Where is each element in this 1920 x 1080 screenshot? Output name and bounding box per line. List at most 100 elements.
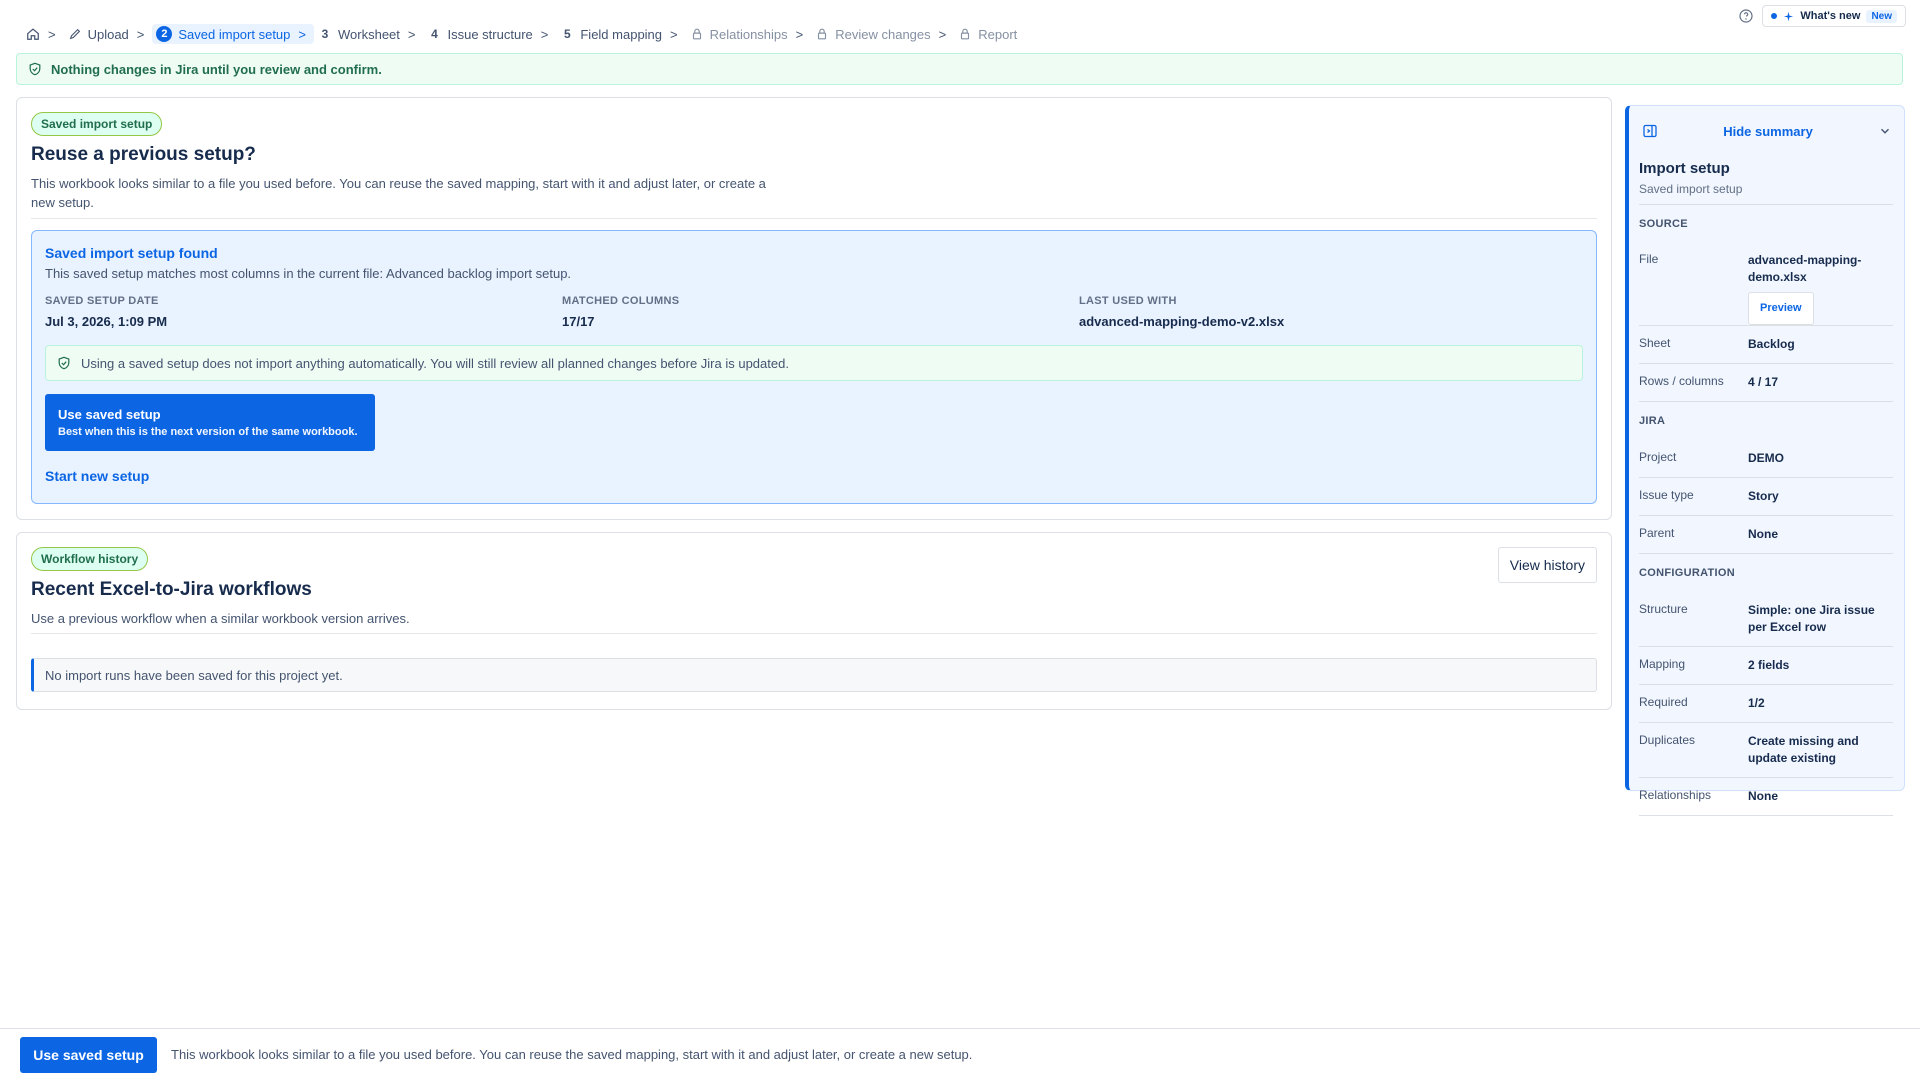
row-key: Duplicates xyxy=(1639,733,1696,747)
crumb-home[interactable]: > xyxy=(22,25,64,44)
meta-saved-date: SAVED SETUP DATE Jul 3, 2026, 1:09 PM xyxy=(45,295,167,329)
row-value: None xyxy=(1748,527,1778,541)
row-key: Issue type xyxy=(1639,488,1694,502)
footer-text: This workbook looks similar to a file yo… xyxy=(171,1047,973,1062)
empty-state-message: No import runs have been saved for this … xyxy=(31,658,1597,692)
crumb-issue-structure[interactable]: 4 Issue structure > xyxy=(424,25,557,44)
crumb-separator: > xyxy=(136,26,145,42)
divider xyxy=(31,218,1597,219)
crumb-worksheet[interactable]: 3 Worksheet > xyxy=(314,25,424,44)
button-title: Use saved setup xyxy=(58,407,161,422)
meta-value: advanced-mapping-demo-v2.xlsx xyxy=(1079,314,1285,329)
row-value: 2 fields xyxy=(1748,658,1790,672)
edit-icon xyxy=(69,28,80,40)
row-key: Project xyxy=(1639,450,1677,464)
lock-icon xyxy=(818,28,827,40)
button-subtitle: Best when this is the next version of th… xyxy=(58,426,358,438)
summary-row-sheet: Sheet Backlog xyxy=(1639,326,1893,364)
view-history-button[interactable]: View history xyxy=(1497,547,1597,583)
row-key: Relationships xyxy=(1639,788,1712,802)
row-value: 1/2 xyxy=(1748,696,1765,710)
summary-row-parent: Parent None xyxy=(1639,516,1893,554)
top-bar: > Upload > 2 Saved import setup > 3 Work… xyxy=(0,0,1920,52)
crumb-saved-import-setup[interactable]: 2 Saved import setup > xyxy=(152,24,314,44)
safety-banner: Nothing changes in Jira until you review… xyxy=(16,53,1903,85)
crumb-separator: > xyxy=(407,26,416,42)
help-icon[interactable] xyxy=(1738,8,1754,24)
section-jira: JIRA xyxy=(1639,415,1666,427)
use-saved-setup-button[interactable]: Use saved setup Best when this is the ne… xyxy=(45,394,375,451)
row-value: Simple: one Jira issue per Excel row xyxy=(1748,603,1875,634)
found-title: Saved import setup found xyxy=(45,245,218,261)
start-new-setup-link[interactable]: Start new setup xyxy=(45,468,149,484)
row-key: Mapping xyxy=(1639,657,1686,671)
import-summary-panel: Hide summary Import setup Saved import s… xyxy=(1625,105,1905,816)
summary-row-issue-type: Issue type Story xyxy=(1639,478,1893,516)
whats-new-button[interactable]: What's new New xyxy=(1762,5,1906,27)
new-badge: New xyxy=(1866,9,1897,23)
crumb-field-mapping[interactable]: 5 Field mapping > xyxy=(556,25,685,44)
crumb-label: Relationships xyxy=(709,26,788,42)
row-key: Required xyxy=(1639,695,1688,709)
card-title: Reuse a previous setup? xyxy=(31,144,256,165)
summary-row-duplicates: Duplicates Create missing and update exi… xyxy=(1639,723,1893,778)
row-value: 4 / 17 xyxy=(1748,375,1779,389)
crumb-separator: > xyxy=(795,26,804,42)
footer-use-saved-setup-button[interactable]: Use saved setup xyxy=(20,1037,157,1073)
safety-note: Using a saved setup does not import anyt… xyxy=(45,345,1583,381)
crumb-separator: > xyxy=(540,26,549,42)
card-header: Saved import setup Reuse a previous setu… xyxy=(31,112,771,212)
step-number: 5 xyxy=(564,27,571,41)
row-key: Sheet xyxy=(1639,336,1671,350)
hide-summary-label: Hide summary xyxy=(1723,123,1813,139)
meta-value: 17/17 xyxy=(562,314,595,329)
saved-import-setup-lozenge: Saved import setup xyxy=(31,112,163,136)
crumb-separator: > xyxy=(670,26,678,42)
row-value: advanced-mapping-demo.xlsx Preview xyxy=(1748,252,1888,325)
summary-title: Import setup xyxy=(1639,160,1730,177)
file-name: advanced-mapping-demo.xlsx xyxy=(1748,253,1862,284)
crumb-separator: > xyxy=(938,26,947,42)
step-number: 3 xyxy=(321,27,329,41)
shield-check-icon xyxy=(58,356,70,370)
crumb-label: Field mapping xyxy=(580,26,663,42)
meta-last-used-with: LAST USED WITH advanced-mapping-demo-v2.… xyxy=(1079,295,1284,329)
banner-text: Nothing changes in Jira until you review… xyxy=(51,61,382,77)
crumb-report: Report xyxy=(954,25,1021,44)
row-value: DEMO xyxy=(1748,451,1784,465)
summary-toggle[interactable]: Hide summary xyxy=(1642,123,1892,139)
panel-collapse-icon xyxy=(1643,124,1657,138)
found-description: This saved setup matches most columns in… xyxy=(45,266,572,281)
row-value: Create missing and update existing xyxy=(1748,734,1859,765)
summary-subtitle: Saved import setup xyxy=(1639,182,1743,196)
whats-new-label: What's new xyxy=(1800,10,1861,22)
lock-icon xyxy=(692,28,701,40)
footer-bar: Use saved setup This workbook looks simi… xyxy=(0,1028,1920,1080)
lock-icon xyxy=(961,28,970,40)
home-icon xyxy=(27,28,39,40)
crumb-label: Saved import setup xyxy=(178,26,291,42)
note-text: Using a saved setup does not import anyt… xyxy=(81,355,789,371)
crumb-label: Review changes xyxy=(835,26,931,42)
row-key: Rows / columns xyxy=(1639,374,1724,388)
saved-setup-found-panel: Saved import setup found This saved setu… xyxy=(31,230,1597,504)
meta-matched-columns: MATCHED COLUMNS 17/17 xyxy=(562,295,679,329)
card-description: Use a previous workflow when a similar w… xyxy=(31,611,410,626)
card-title: Recent Excel-to-Jira workflows xyxy=(31,579,312,600)
summary-row-structure: Structure Simple: one Jira issue per Exc… xyxy=(1639,592,1893,647)
summary-row-project: Project DEMO xyxy=(1639,440,1893,478)
chevron-down-icon xyxy=(1881,128,1889,134)
row-key: Structure xyxy=(1639,602,1688,616)
row-key: Parent xyxy=(1639,526,1675,540)
preview-button[interactable]: Preview xyxy=(1748,292,1814,325)
summary-row-rows-columns: Rows / columns 4 / 17 xyxy=(1639,364,1893,402)
card-header: Workflow history Recent Excel-to-Jira wo… xyxy=(31,547,771,628)
sparkle-icon xyxy=(1784,11,1794,21)
summary-row-relationships: Relationships None xyxy=(1639,778,1893,816)
meta-key: LAST USED WITH xyxy=(1079,295,1177,307)
crumb-separator: > xyxy=(48,26,56,42)
crumb-upload[interactable]: Upload > xyxy=(64,25,153,44)
row-value: Backlog xyxy=(1748,337,1795,351)
step-number: 2 xyxy=(156,26,173,42)
row-value: None xyxy=(1748,789,1778,803)
